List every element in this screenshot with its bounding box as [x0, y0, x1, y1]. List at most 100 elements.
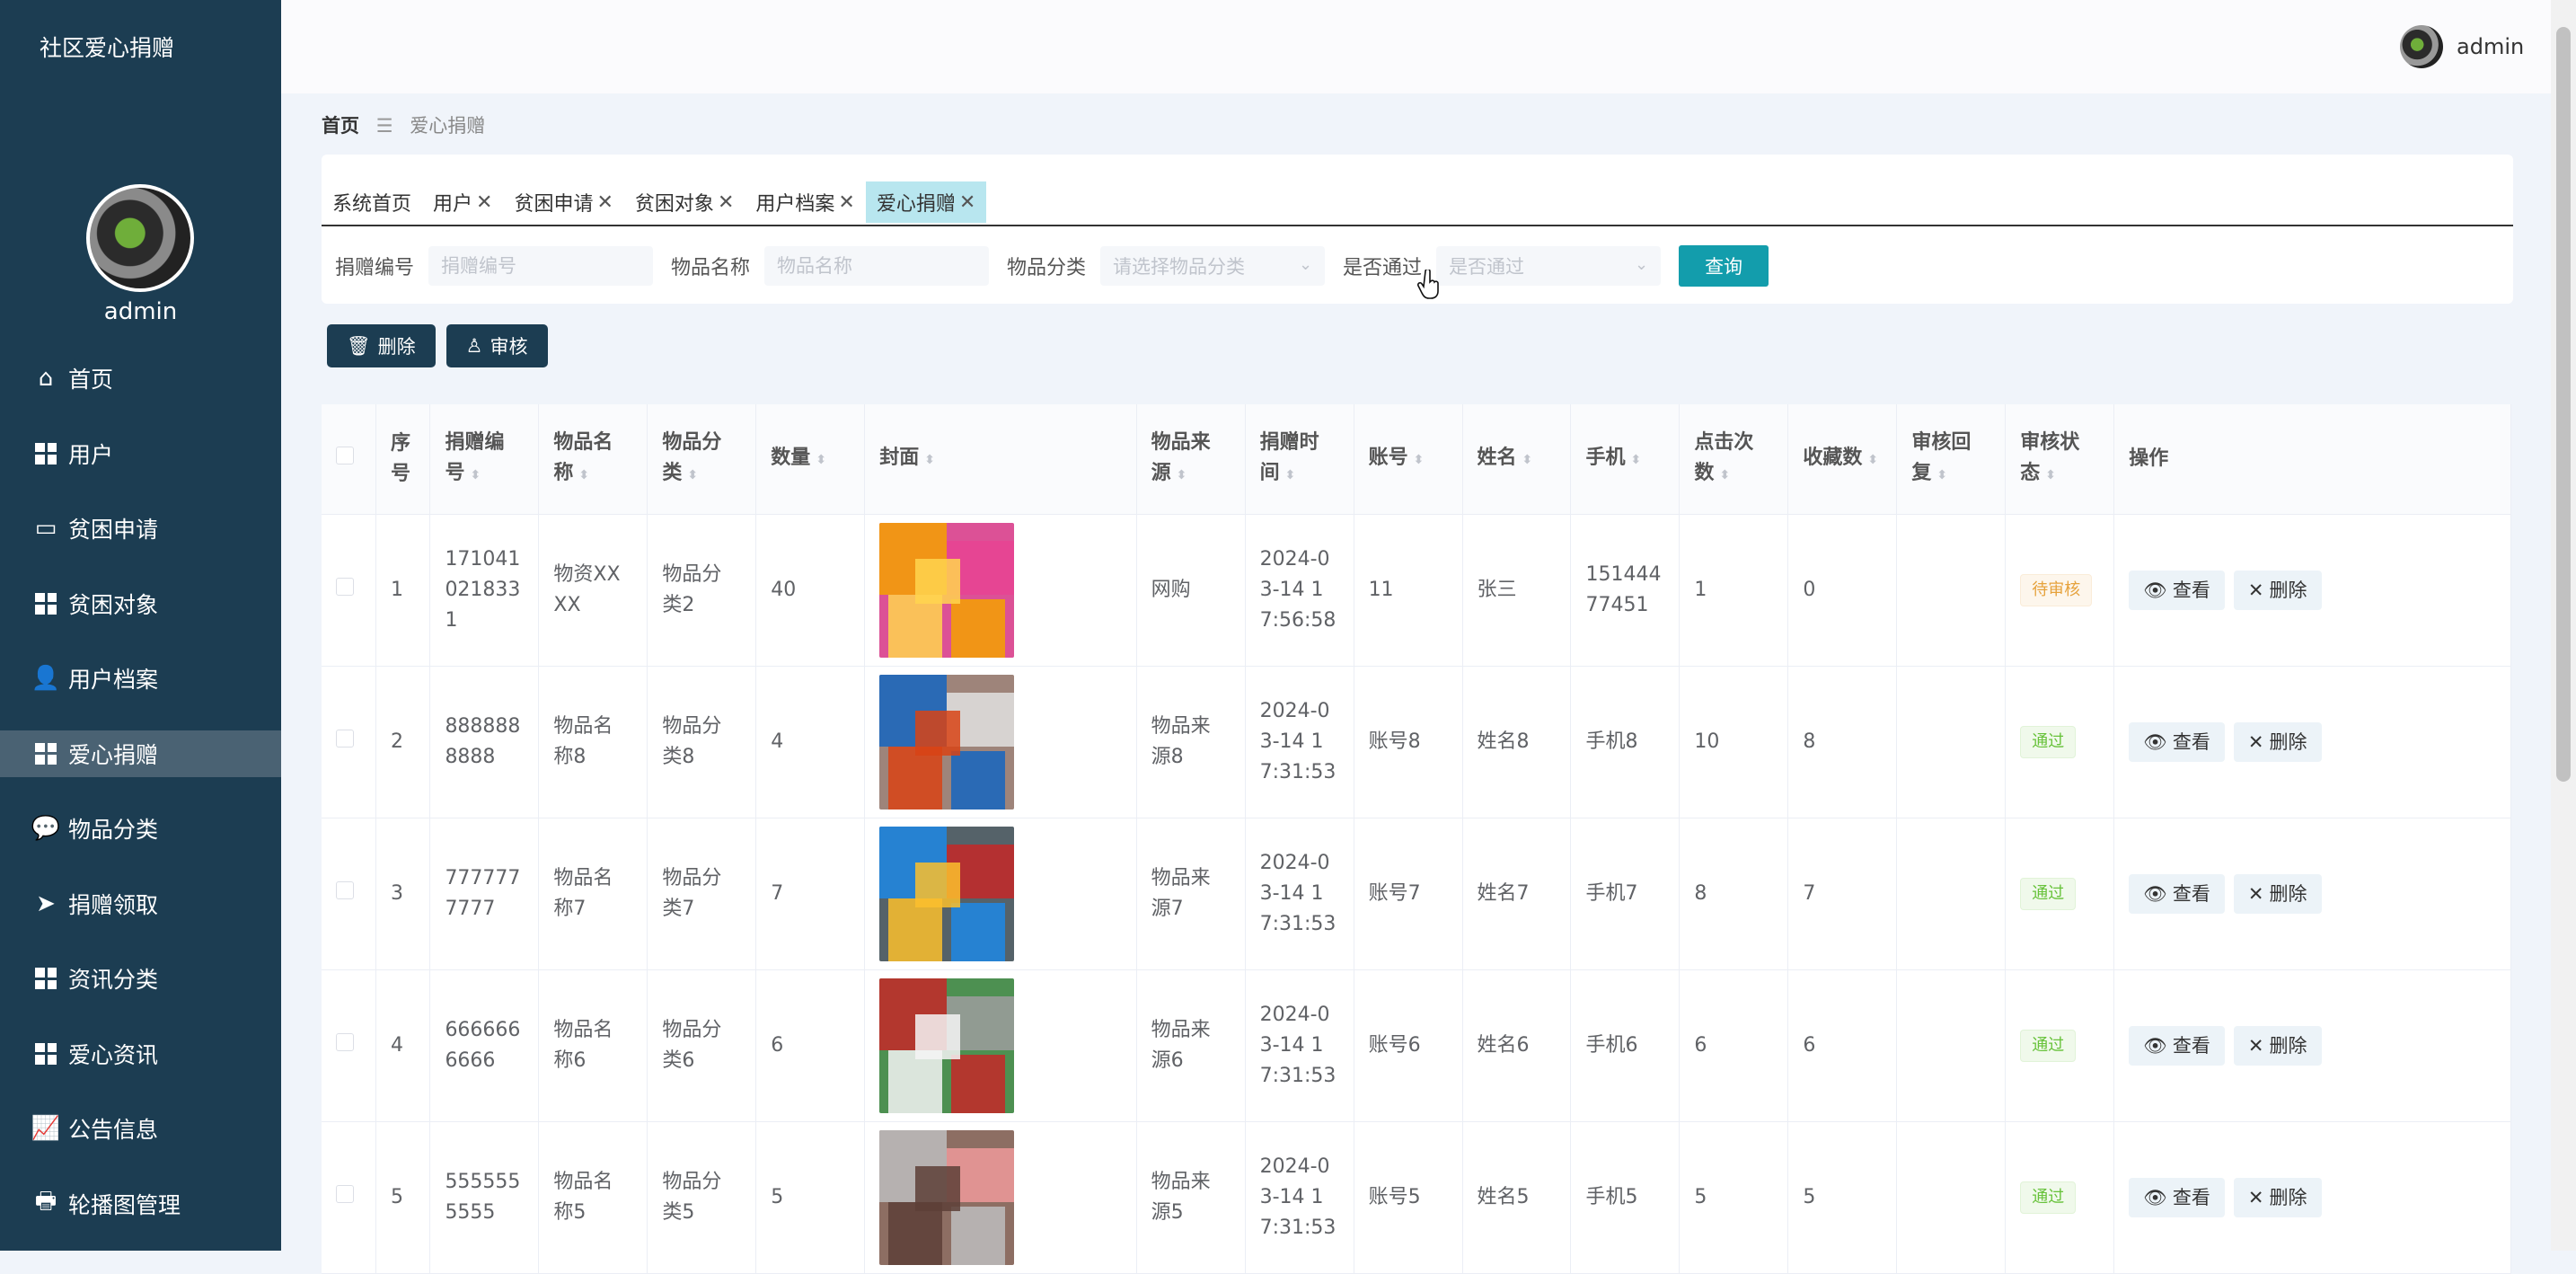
column-header[interactable]: 数量 ⬍ — [755, 404, 866, 515]
table-row[interactable]: 4 6666666666 物品名称6 物品分类6 6 物品来源6 2024-03-14 17… — [322, 969, 2511, 1122]
breadcrumb-home[interactable]: 首页 — [322, 115, 359, 137]
close-icon[interactable]: ✕ — [838, 191, 854, 214]
column-header[interactable]: 审核回复 ⬍ — [1896, 404, 2007, 515]
sidebar-item-label: 公告信息 — [68, 1117, 159, 1143]
row-checkbox[interactable] — [336, 1185, 354, 1203]
sort-icon[interactable]: ⬍ — [1177, 468, 1187, 482]
column-header[interactable]: 点击次数 ⬍ — [1679, 404, 1789, 515]
table-row[interactable]: 1 1710410218331 物资XXXX 物品分类2 40 网购 2024-03-14 … — [322, 514, 2511, 667]
category-label: 物品分类 — [1007, 257, 1087, 279]
cover-image[interactable] — [879, 978, 1015, 1113]
view-button[interactable]: 👁 查看 — [2129, 1026, 2225, 1066]
sidebar-item-8[interactable]: 资讯分类 — [0, 955, 281, 1002]
close-icon[interactable]: ✕ — [718, 191, 734, 214]
column-header[interactable]: 收藏数 ⬍ — [1787, 404, 1898, 515]
tab-label: 贫困对象 — [634, 193, 714, 216]
batch-delete-button[interactable]: 🗑 删除 — [327, 324, 436, 367]
cell-favs: 5 — [1787, 1121, 1898, 1274]
cell-clicks: 1 — [1679, 514, 1789, 667]
row-checkbox[interactable] — [336, 881, 354, 899]
sort-icon[interactable]: ⬍ — [816, 453, 826, 467]
sidebar-item-7[interactable]: ➤ 捐赠领取 — [0, 880, 281, 927]
sidebar-item-2[interactable]: ▭ 贫困申请 — [0, 505, 281, 552]
cell-account: 账号6 — [1354, 969, 1463, 1122]
close-icon[interactable]: ✕ — [476, 191, 492, 214]
sidebar-item-11[interactable]: 🖶 轮播图管理 — [0, 1181, 281, 1227]
sidebar-item-4[interactable]: 👤 用户档案 — [0, 655, 281, 702]
sort-icon[interactable]: ⬍ — [1522, 453, 1533, 467]
close-icon[interactable]: ✕ — [959, 191, 975, 214]
table-row[interactable]: 2 8888888888 物品名称8 物品分类8 4 物品来源8 2024-03-14 17… — [322, 666, 2511, 818]
delete-button[interactable]: ✕ 删除 — [2233, 1026, 2322, 1066]
sort-icon[interactable]: ⬍ — [1285, 468, 1296, 482]
column-header[interactable]: 物品名称 ⬍ — [538, 404, 648, 515]
sidebar-item-10[interactable]: 📈 公告信息 — [0, 1105, 281, 1152]
sort-icon[interactable]: ⬍ — [1936, 468, 1947, 482]
scrollbar-thumb[interactable] — [2556, 27, 2571, 782]
header-avatar[interactable] — [2400, 25, 2443, 68]
row-checkbox[interactable] — [336, 730, 354, 748]
sidebar-item-3[interactable]: 贫困对象 — [0, 580, 281, 627]
item-name-input[interactable] — [764, 246, 990, 286]
sort-icon[interactable]: ⬍ — [2045, 468, 2056, 482]
sidebar-item-1[interactable]: 用户 — [0, 430, 281, 477]
sidebar-item-5[interactable]: 爱心捐赠 — [0, 730, 281, 777]
sort-icon[interactable]: ⬍ — [1719, 468, 1730, 482]
tab-3[interactable]: 贫困对象 ✕ — [624, 181, 745, 223]
delete-button[interactable]: ✕ 删除 — [2233, 1178, 2322, 1217]
sort-icon[interactable]: ⬍ — [687, 468, 698, 482]
tab-2[interactable]: 贫困申请 ✕ — [503, 181, 623, 223]
sidebar-item-0[interactable]: ⌂ 首页 — [0, 355, 281, 402]
cell-clicks: 10 — [1679, 666, 1789, 818]
cover-image[interactable] — [879, 1130, 1015, 1265]
sidebar-item-6[interactable]: 💬 物品分类 — [0, 805, 281, 852]
sort-icon[interactable]: ⬍ — [1414, 453, 1425, 467]
tab-4[interactable]: 用户档案 ✕ — [745, 181, 865, 223]
column-header[interactable]: 捐赠编号 ⬍ — [429, 404, 540, 515]
row-checkbox[interactable] — [336, 578, 354, 596]
table-row[interactable]: 3 7777777777 物品名称7 物品分类7 7 物品来源7 2024-03-14 17… — [322, 818, 2511, 970]
select-all-checkbox[interactable] — [336, 447, 354, 464]
column-header[interactable]: 账号 ⬍ — [1354, 404, 1463, 515]
delete-button[interactable]: ✕ 删除 — [2233, 874, 2322, 914]
sort-icon[interactable]: ⬍ — [1630, 453, 1641, 467]
breadcrumb-current: 爱心捐赠 — [410, 115, 486, 137]
cover-image[interactable] — [879, 827, 1015, 961]
sidebar-item-9[interactable]: 爱心资讯 — [0, 1031, 281, 1077]
sort-icon[interactable]: ⬍ — [578, 468, 589, 482]
cover-image[interactable] — [879, 675, 1015, 810]
cell-reply — [1896, 514, 2007, 667]
close-icon[interactable]: ✕ — [596, 191, 613, 214]
view-button[interactable]: 👁 查看 — [2129, 874, 2225, 914]
tab-5[interactable]: 爱心捐赠 ✕ — [865, 181, 987, 223]
row-checkbox[interactable] — [336, 1033, 354, 1051]
header-username[interactable]: admin — [2457, 34, 2524, 59]
column-header[interactable]: 封面 ⬍ — [864, 404, 1137, 515]
column-header[interactable]: 捐赠时间 ⬍ — [1245, 404, 1354, 515]
query-button[interactable]: 查询 — [1679, 245, 1769, 287]
cell-source: 网购 — [1136, 514, 1246, 667]
view-button[interactable]: 👁 查看 — [2129, 571, 2225, 610]
tab-1[interactable]: 用户 ✕ — [422, 181, 503, 223]
column-header[interactable]: 姓名 ⬍ — [1462, 404, 1572, 515]
view-button[interactable]: 👁 查看 — [2129, 1178, 2225, 1217]
approved-select[interactable]: 是否通过 ⌄ — [1436, 246, 1662, 286]
sort-icon[interactable]: ⬍ — [470, 468, 481, 482]
column-header[interactable]: 手机 ⬍ — [1570, 404, 1681, 515]
cover-image[interactable] — [879, 523, 1015, 658]
delete-button[interactable]: ✕ 删除 — [2233, 722, 2322, 762]
review-button[interactable]: ♙ 审核 — [446, 324, 548, 367]
sort-icon[interactable]: ⬍ — [1867, 453, 1878, 467]
sort-icon[interactable]: ⬍ — [924, 453, 935, 467]
column-header[interactable]: 物品分类 ⬍ — [647, 404, 757, 515]
view-button[interactable]: 👁 查看 — [2129, 722, 2225, 762]
category-select[interactable]: 请选择物品分类 ⌄ — [1100, 246, 1326, 286]
status-badge: 通过 — [2020, 878, 2077, 910]
donation-no-input[interactable] — [428, 246, 654, 286]
column-header[interactable]: 物品来源 ⬍ — [1136, 404, 1246, 515]
column-header[interactable]: 审核状态 ⬍ — [2005, 404, 2115, 515]
cell-time: 2024-03-14 17:56:58 — [1245, 514, 1354, 667]
table-row[interactable]: 5 5555555555 物品名称5 物品分类5 5 物品来源5 2024-03-14 17… — [322, 1121, 2511, 1274]
delete-button[interactable]: ✕ 删除 — [2233, 571, 2322, 610]
tab-0[interactable]: 系统首页 — [322, 181, 422, 223]
